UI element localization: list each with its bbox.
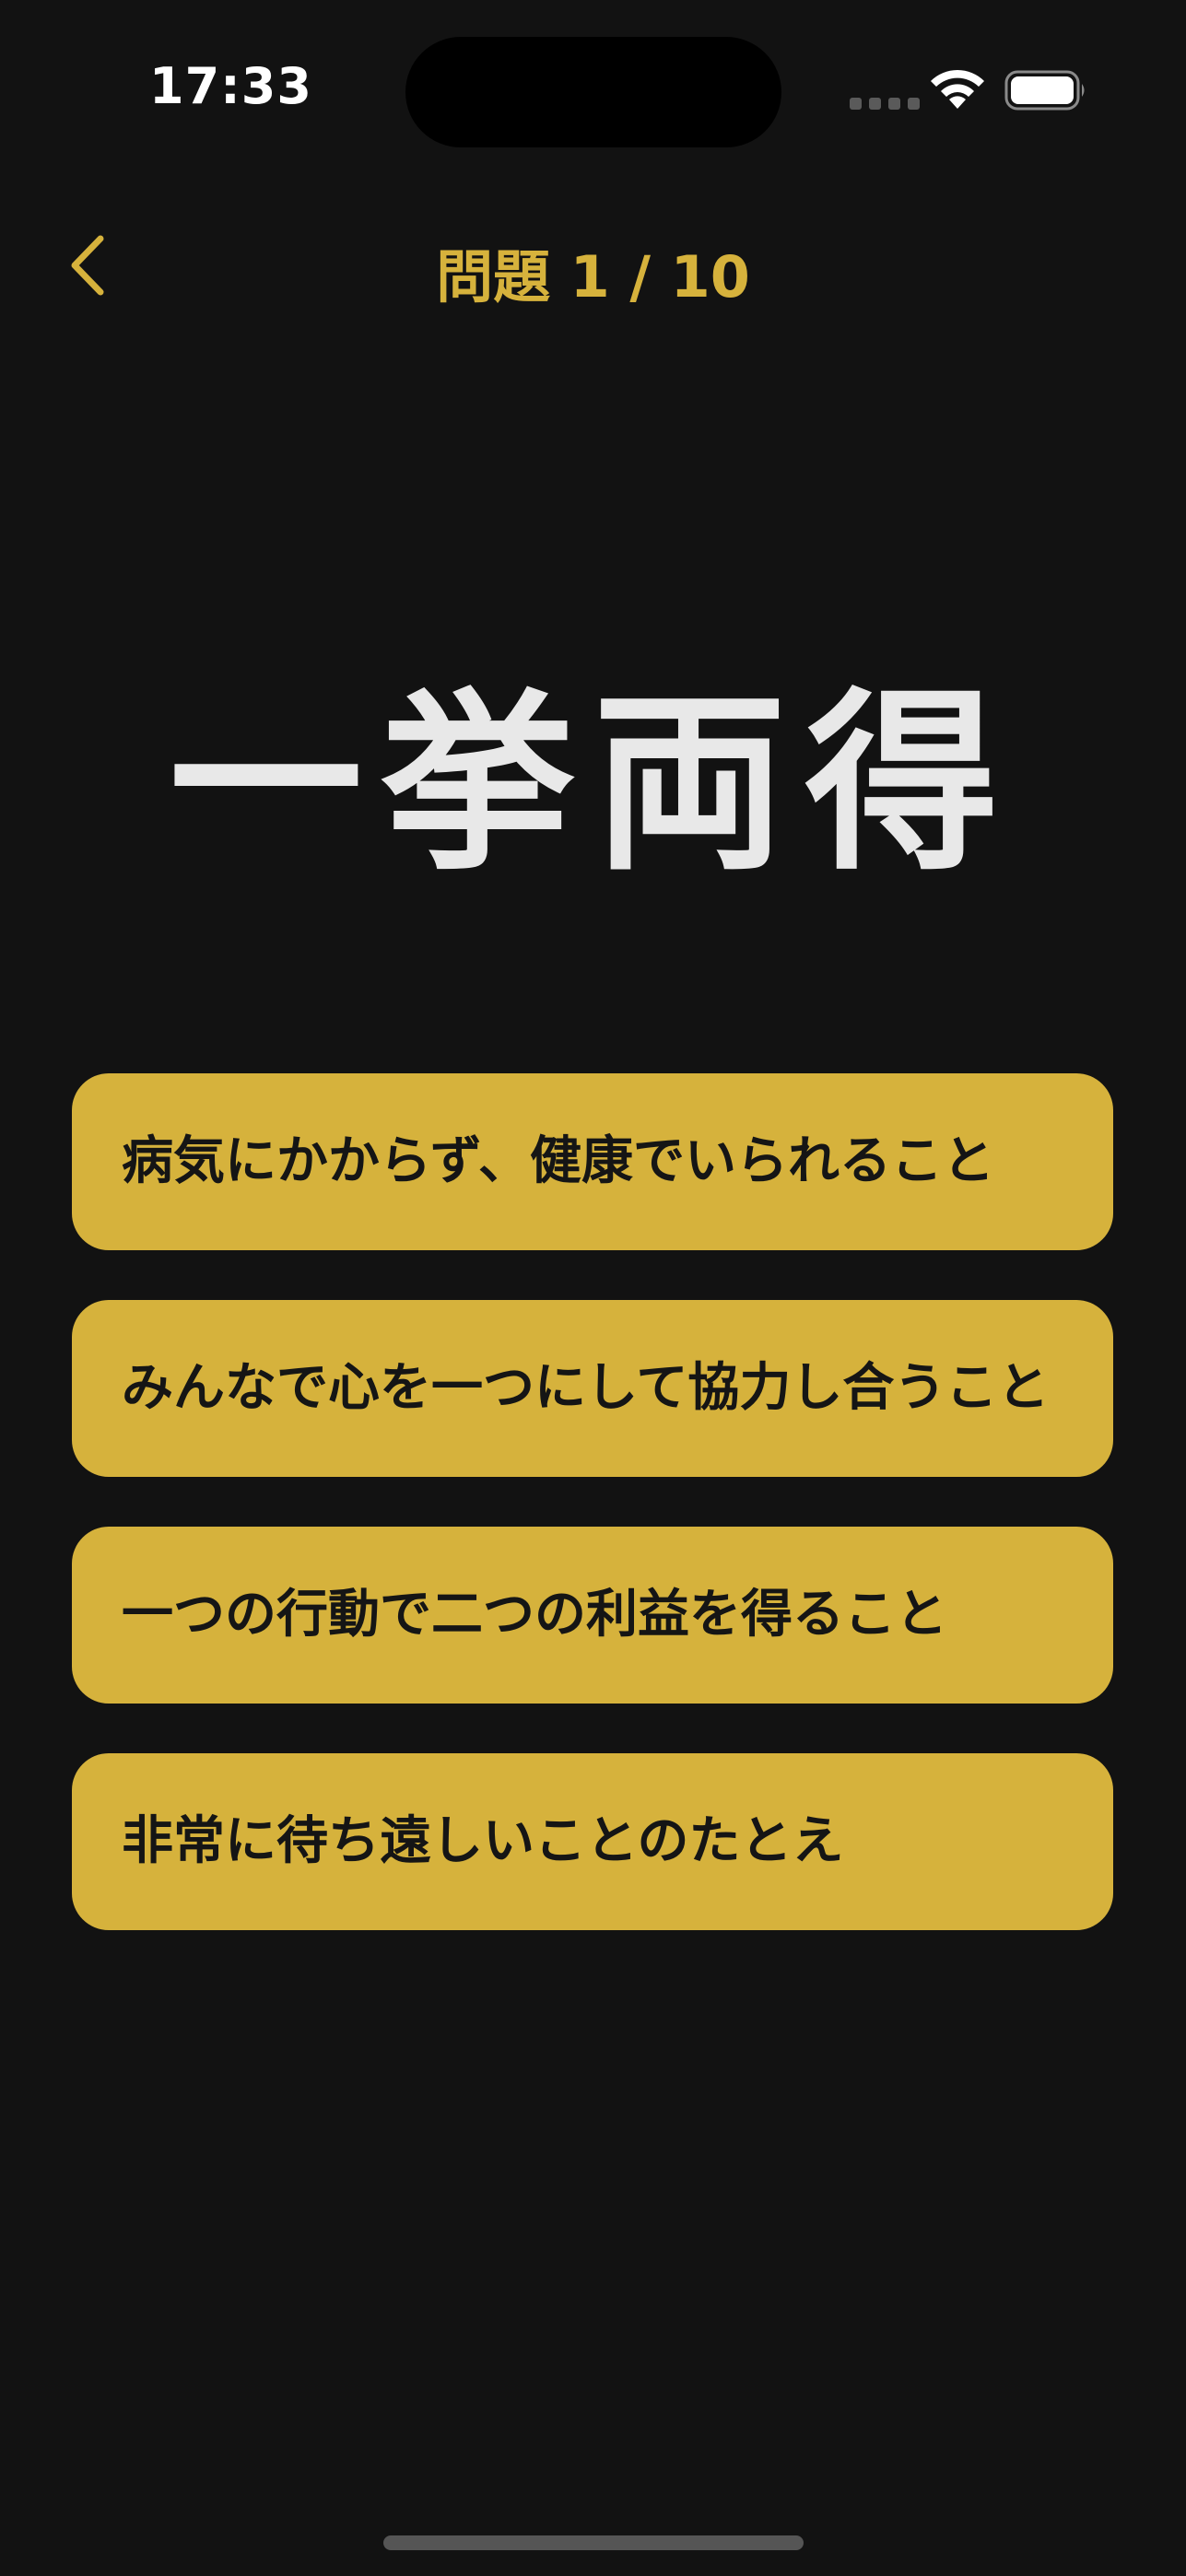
answer-option-2[interactable]: みんなで心を一つにして協力し合うこと	[72, 1300, 1113, 1477]
question-counter-separator: /	[629, 243, 652, 310]
home-indicator[interactable]	[383, 2535, 804, 2550]
question-word: 一挙両得	[169, 671, 1017, 896]
wifi-icon	[931, 69, 984, 109]
answer-option-3[interactable]: 一つの行動で二つの利益を得ること	[72, 1527, 1113, 1704]
status-time: 17:33	[149, 57, 312, 115]
answer-option-1[interactable]: 病気にかからず、健康でいられること	[72, 1073, 1113, 1250]
battery-icon	[1004, 70, 1085, 111]
question-counter-total: 10	[670, 243, 750, 310]
answer-options: 病気にかからず、健康でいられること みんなで心を一つにして協力し合うこと 一つの…	[72, 1073, 1113, 1930]
question-counter-current: 1	[570, 243, 610, 310]
signal-dots-icon	[850, 98, 920, 110]
dynamic-island	[405, 37, 781, 147]
question-counter-prefix: 問題	[436, 243, 551, 310]
question-counter: 問題 1 / 10	[0, 230, 1186, 313]
answer-option-4[interactable]: 非常に待ち遠しいことのたとえ	[72, 1753, 1113, 1930]
